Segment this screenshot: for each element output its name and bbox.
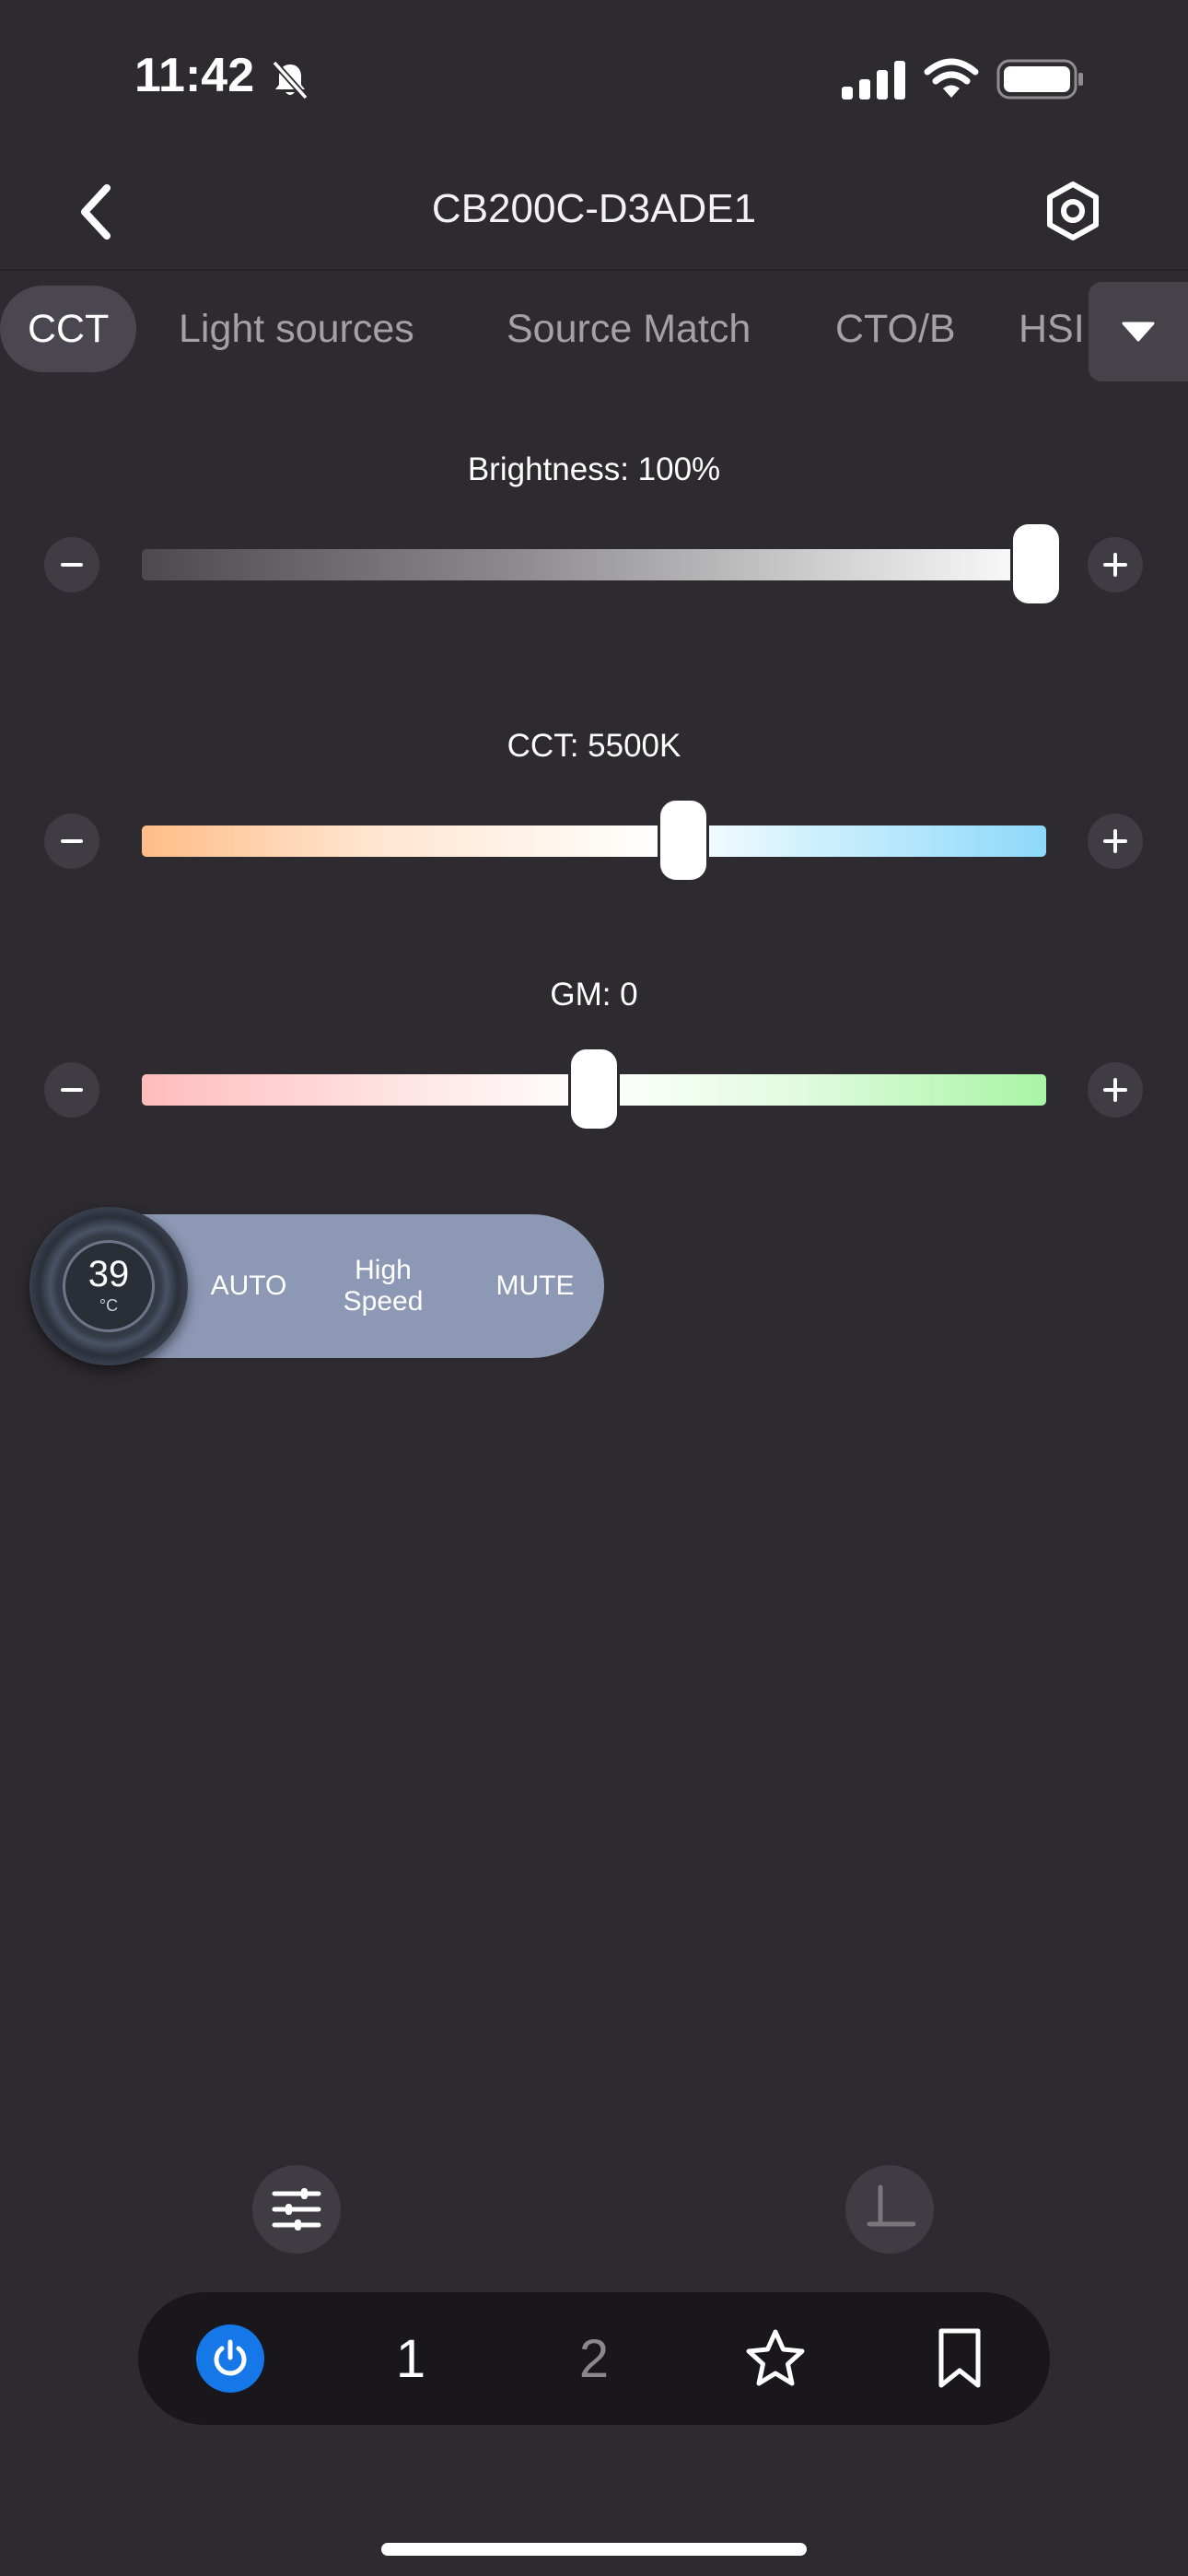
fan-mode-high-speed[interactable]: High Speed bbox=[330, 1255, 437, 1317]
plus-icon bbox=[1103, 829, 1127, 853]
device-title: CB200C-D3ADE1 bbox=[431, 186, 757, 231]
tab-hsi[interactable]: HSI bbox=[1019, 286, 1085, 372]
cct-increase-button[interactable] bbox=[1088, 814, 1143, 869]
signal-icon bbox=[842, 61, 905, 100]
tab-cto-b[interactable]: CTO/B bbox=[835, 286, 956, 372]
brightness-label: Brightness: 100% bbox=[467, 451, 721, 487]
axis-corner-icon bbox=[867, 2184, 915, 2227]
device-settings-button[interactable] bbox=[1039, 177, 1107, 245]
cct-slider-track[interactable] bbox=[142, 825, 1046, 857]
brightness-slider-thumb[interactable] bbox=[1010, 521, 1062, 606]
plus-icon bbox=[1103, 553, 1127, 577]
bookmark-button[interactable] bbox=[904, 2292, 1015, 2425]
tabs-dropdown-button[interactable] bbox=[1089, 282, 1188, 381]
fan-mode-mute[interactable]: MUTE bbox=[484, 1270, 586, 1302]
plus-icon bbox=[1103, 1078, 1127, 1102]
preset-1-button[interactable]: 1 bbox=[355, 2292, 466, 2425]
tab-source-match[interactable]: Source Match bbox=[507, 286, 751, 372]
brightness-decrease-button[interactable] bbox=[44, 537, 99, 592]
bookmark-icon bbox=[938, 2328, 981, 2388]
adjustments-button[interactable] bbox=[252, 2165, 341, 2254]
temperature-unit: °C bbox=[99, 1296, 119, 1315]
preset-2-button[interactable]: 2 bbox=[539, 2292, 649, 2425]
cct-slider-thumb[interactable] bbox=[658, 798, 709, 883]
gm-decrease-button[interactable] bbox=[44, 1062, 99, 1118]
power-button[interactable] bbox=[175, 2292, 285, 2425]
gm-slider-thumb[interactable] bbox=[568, 1047, 620, 1131]
temperature-gauge: 39 °C bbox=[29, 1207, 188, 1365]
status-time: 11:42 bbox=[134, 49, 255, 102]
cct-label: CCT: 5500K bbox=[507, 728, 681, 764]
bottom-nav: 1 2 bbox=[138, 2292, 1050, 2425]
hexagon-gear-icon bbox=[1047, 181, 1099, 240]
bell-slash-icon bbox=[272, 60, 309, 100]
power-button-circle bbox=[196, 2324, 264, 2393]
home-indicator bbox=[381, 2543, 807, 2556]
brightness-slider-track[interactable] bbox=[142, 549, 1044, 580]
gm-label: GM: 0 bbox=[550, 977, 638, 1013]
gm-increase-button[interactable] bbox=[1088, 1062, 1143, 1118]
axis-tool-button[interactable] bbox=[845, 2165, 934, 2254]
star-icon bbox=[746, 2329, 805, 2386]
header-divider bbox=[0, 269, 1188, 271]
minus-icon bbox=[61, 1088, 83, 1092]
tab-cct[interactable]: CCT bbox=[0, 286, 137, 372]
minus-icon bbox=[61, 563, 83, 567]
cct-decrease-button[interactable] bbox=[44, 814, 99, 869]
mode-tabs: CCT Light sources Source Match CTO/B HSI bbox=[0, 286, 1087, 372]
fan-mode-auto[interactable]: AUTO bbox=[203, 1270, 295, 1302]
wifi-icon bbox=[924, 58, 979, 98]
temperature-value: 39 bbox=[87, 1254, 130, 1294]
sliders-icon bbox=[272, 2188, 321, 2231]
caret-down-icon bbox=[1122, 322, 1155, 342]
tab-light-sources[interactable]: Light sources bbox=[179, 286, 414, 372]
battery-icon bbox=[996, 59, 1083, 100]
brightness-increase-button[interactable] bbox=[1088, 537, 1143, 592]
temperature-gauge-face: 39 °C bbox=[63, 1240, 155, 1332]
favorite-button[interactable] bbox=[720, 2292, 831, 2425]
power-icon bbox=[214, 2339, 247, 2376]
minus-icon bbox=[61, 839, 83, 843]
